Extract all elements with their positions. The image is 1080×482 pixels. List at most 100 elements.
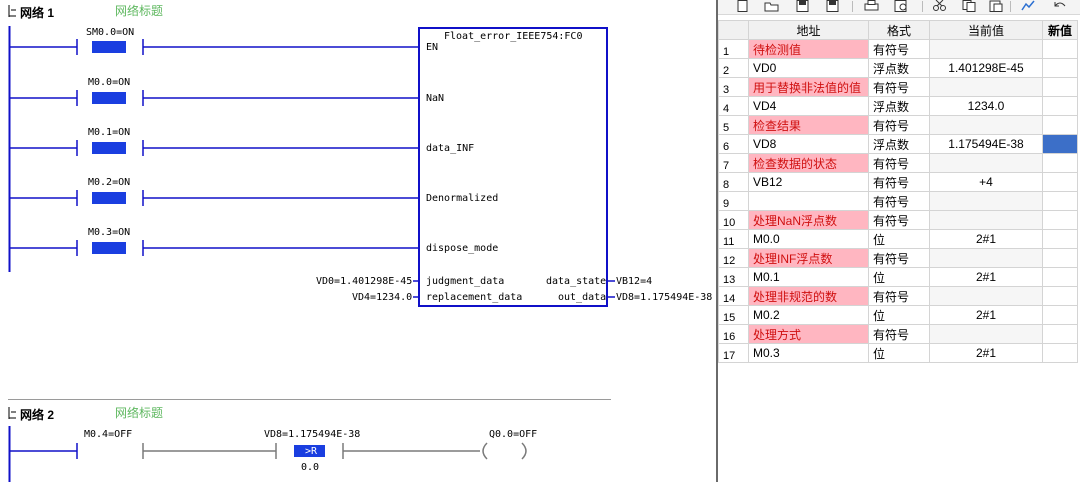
- address-cell[interactable]: M0.3: [748, 343, 869, 363]
- table-row[interactable]: 6 VD8 浮点数 1.175494E-38: [718, 134, 1078, 154]
- table-row[interactable]: 1 待检测值 有符号: [718, 39, 1078, 59]
- current-value-cell[interactable]: 2#1: [929, 305, 1043, 325]
- format-cell[interactable]: 位: [868, 229, 930, 249]
- address-cell[interactable]: M0.1: [748, 267, 869, 287]
- new-value-cell[interactable]: [1042, 115, 1078, 135]
- contact-m0-2[interactable]: [76, 189, 144, 207]
- format-cell[interactable]: 有符号: [868, 324, 930, 344]
- format-cell[interactable]: 有符号: [868, 77, 930, 97]
- new-value-cell[interactable]: [1042, 172, 1078, 192]
- save-icon[interactable]: [796, 0, 810, 12]
- address-cell[interactable]: 检查结果: [748, 115, 869, 135]
- table-row[interactable]: 4 VD4 浮点数 1234.0: [718, 96, 1078, 116]
- table-row[interactable]: 12 处理INF浮点数 有符号: [718, 248, 1078, 268]
- current-value-cell[interactable]: 2#1: [929, 229, 1043, 249]
- address-cell[interactable]: VD8: [748, 134, 869, 154]
- table-row[interactable]: 10 处理NaN浮点数 有符号: [718, 210, 1078, 230]
- table-row[interactable]: 14 处理非规范的数 有符号: [718, 286, 1078, 306]
- new-value-cell[interactable]: [1042, 267, 1078, 287]
- ladder-editor[interactable]: 网络 1 网络标题 SM0.0=ON M0.0=ON M0.1=ON M0.2=…: [0, 0, 716, 482]
- print-icon[interactable]: [864, 0, 880, 12]
- format-cell[interactable]: 位: [868, 267, 930, 287]
- table-row[interactable]: 2 VD0 浮点数 1.401298E-45: [718, 58, 1078, 78]
- address-cell[interactable]: VD0: [748, 58, 869, 78]
- address-cell[interactable]: VD4: [748, 96, 869, 116]
- minus-box-icon[interactable]: [8, 407, 18, 419]
- current-value-cell[interactable]: 2#1: [929, 267, 1043, 287]
- table-row[interactable]: 11 M0.0 位 2#1: [718, 229, 1078, 249]
- new-value-cell[interactable]: [1042, 58, 1078, 78]
- new-value-cell[interactable]: [1042, 134, 1078, 154]
- format-cell[interactable]: 有符号: [868, 248, 930, 268]
- coil-q0-0[interactable]: [478, 442, 532, 460]
- current-value-cell[interactable]: [929, 115, 1043, 135]
- new-value-cell[interactable]: [1042, 248, 1078, 268]
- table-row[interactable]: 15 M0.2 位 2#1: [718, 305, 1078, 325]
- new-value-cell[interactable]: [1042, 286, 1078, 306]
- format-cell[interactable]: 有符号: [868, 115, 930, 135]
- open-icon[interactable]: [764, 0, 780, 12]
- format-cell[interactable]: 有符号: [868, 172, 930, 192]
- print-preview-icon[interactable]: [894, 0, 910, 12]
- new-value-cell[interactable]: [1042, 96, 1078, 116]
- new-value-cell[interactable]: [1042, 210, 1078, 230]
- contact-sm0-0[interactable]: [76, 38, 144, 56]
- table-row[interactable]: 5 检查结果 有符号: [718, 115, 1078, 135]
- new-value-cell[interactable]: [1042, 324, 1078, 344]
- table-row[interactable]: 3 用于替换非法值的值 有符号: [718, 77, 1078, 97]
- new-value-cell[interactable]: [1042, 229, 1078, 249]
- format-cell[interactable]: 浮点数: [868, 134, 930, 154]
- current-value-cell[interactable]: 2#1: [929, 343, 1043, 363]
- header-format[interactable]: 格式: [868, 20, 930, 40]
- address-cell[interactable]: 处理INF浮点数: [748, 248, 869, 268]
- format-cell[interactable]: 有符号: [868, 153, 930, 173]
- current-value-cell[interactable]: [929, 286, 1043, 306]
- network2-title[interactable]: 网络标题: [115, 404, 163, 421]
- format-cell[interactable]: 位: [868, 343, 930, 363]
- new-icon[interactable]: [736, 0, 750, 12]
- current-value-cell[interactable]: [929, 153, 1043, 173]
- header-current-value[interactable]: 当前值: [929, 20, 1043, 40]
- format-cell[interactable]: 浮点数: [868, 96, 930, 116]
- format-cell[interactable]: 有符号: [868, 210, 930, 230]
- current-value-cell[interactable]: 1.401298E-45: [929, 58, 1043, 78]
- contact-m0-0[interactable]: [76, 89, 144, 107]
- save-all-icon[interactable]: [826, 0, 842, 12]
- paste-icon[interactable]: [988, 0, 1004, 12]
- new-value-cell[interactable]: [1042, 39, 1078, 59]
- new-value-cell[interactable]: [1042, 305, 1078, 325]
- format-cell[interactable]: 有符号: [868, 191, 930, 211]
- current-value-cell[interactable]: [929, 210, 1043, 230]
- current-value-cell[interactable]: [929, 77, 1043, 97]
- cut-icon[interactable]: [932, 0, 948, 12]
- address-cell[interactable]: 待检测值: [748, 39, 869, 59]
- address-cell[interactable]: [748, 191, 869, 211]
- table-row[interactable]: 17 M0.3 位 2#1: [718, 343, 1078, 363]
- address-cell[interactable]: 处理方式: [748, 324, 869, 344]
- copy-icon[interactable]: [962, 0, 978, 12]
- address-cell[interactable]: M0.0: [748, 229, 869, 249]
- new-value-cell[interactable]: [1042, 191, 1078, 211]
- current-value-cell[interactable]: [929, 248, 1043, 268]
- current-value-cell[interactable]: [929, 324, 1043, 344]
- current-value-cell[interactable]: +4: [929, 172, 1043, 192]
- new-value-cell[interactable]: [1042, 77, 1078, 97]
- trend-icon[interactable]: [1020, 0, 1036, 12]
- address-cell[interactable]: M0.2: [748, 305, 869, 325]
- current-value-cell[interactable]: 1.175494E-38: [929, 134, 1043, 154]
- address-cell[interactable]: 处理NaN浮点数: [748, 210, 869, 230]
- undo-icon[interactable]: [1052, 0, 1068, 12]
- address-cell[interactable]: 检查数据的状态: [748, 153, 869, 173]
- table-row[interactable]: 8 VB12 有符号 +4: [718, 172, 1078, 192]
- address-cell[interactable]: VB12: [748, 172, 869, 192]
- contact-m0-3[interactable]: [76, 239, 144, 257]
- function-block[interactable]: [419, 28, 607, 306]
- table-row[interactable]: 9 有符号: [718, 191, 1078, 211]
- format-cell[interactable]: 有符号: [868, 286, 930, 306]
- new-value-cell[interactable]: [1042, 153, 1078, 173]
- address-cell[interactable]: 处理非规范的数: [748, 286, 869, 306]
- current-value-cell[interactable]: [929, 191, 1043, 211]
- contact-m0-1[interactable]: [76, 139, 144, 157]
- address-cell[interactable]: 用于替换非法值的值: [748, 77, 869, 97]
- current-value-cell[interactable]: [929, 39, 1043, 59]
